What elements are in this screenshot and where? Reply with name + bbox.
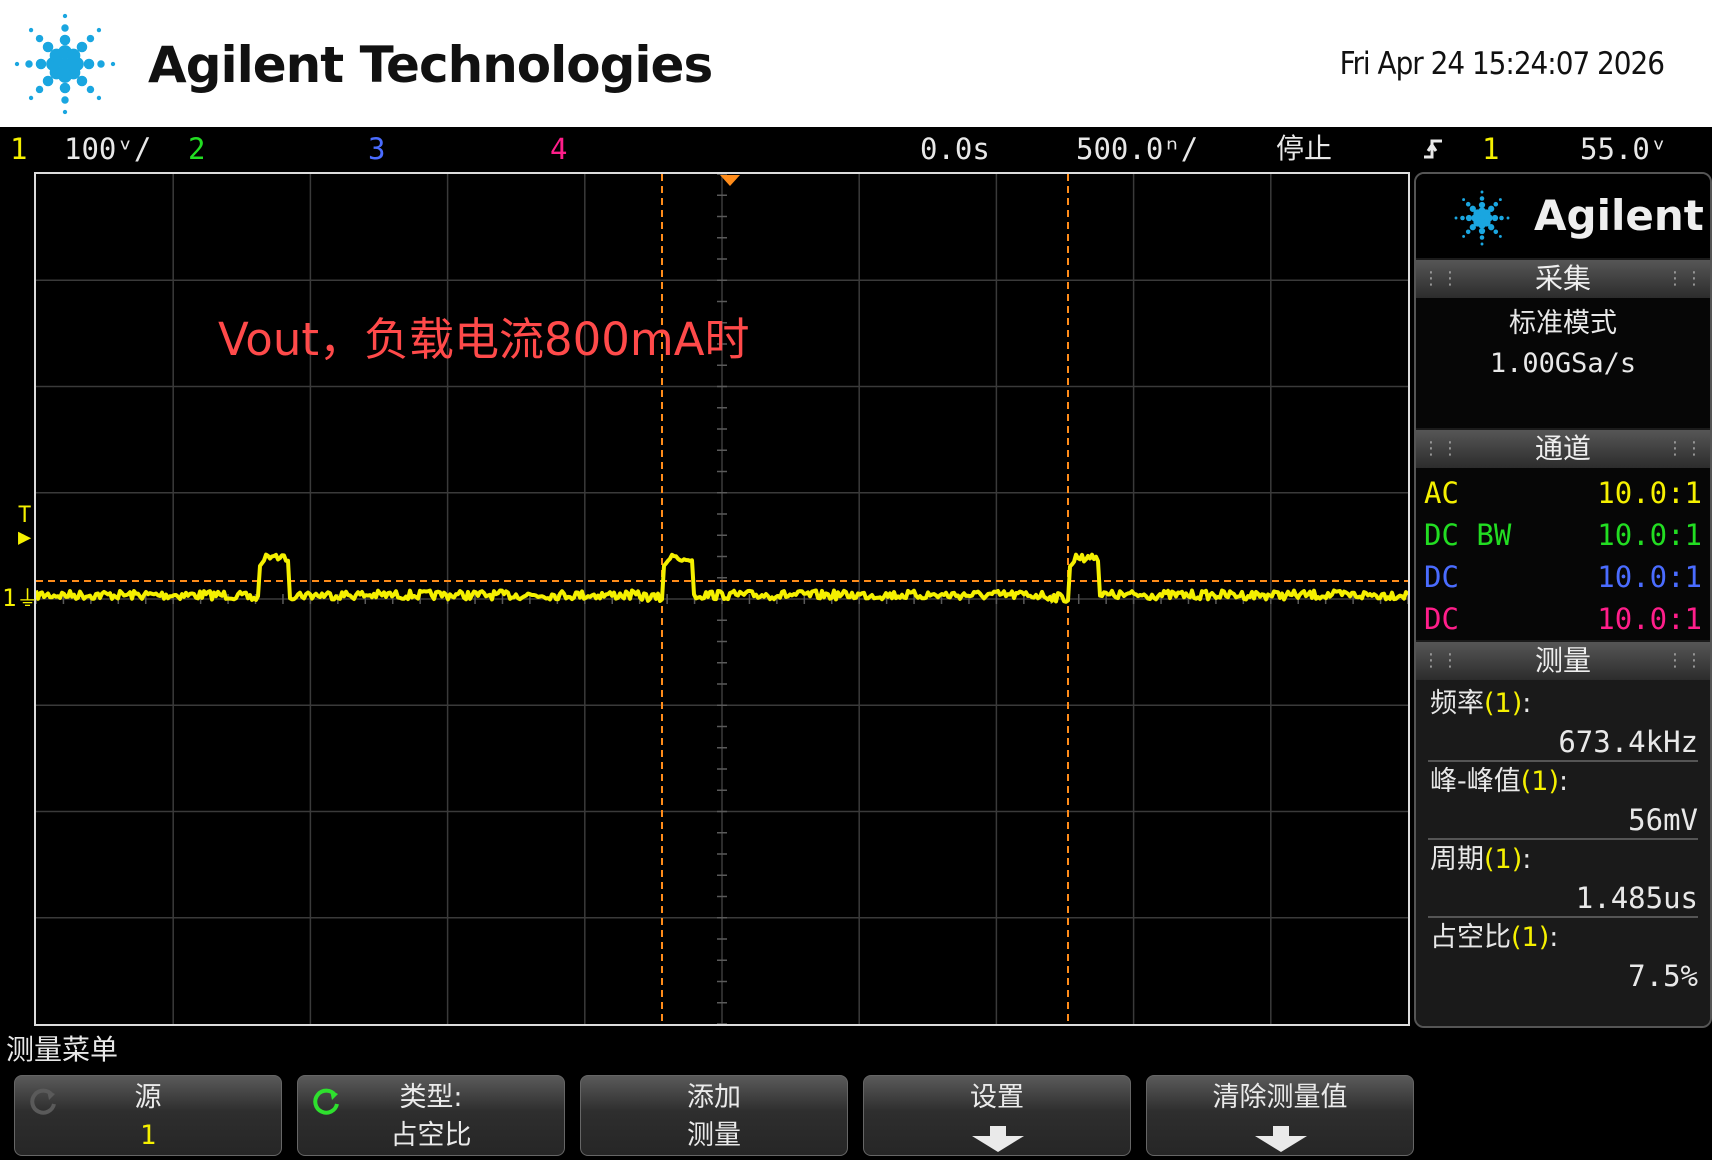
channel-section: AC 10.0:1 DC BW 10.0:1 DC 10.0:1 DC 10.0:1 [1416,468,1710,640]
trigger-arrow-icon: ▶ [18,525,32,550]
measurement-label: 占空比(1): [1430,918,1558,958]
ch1-marker-label: 1 [2,584,17,612]
waveform-graticule [36,174,1408,1024]
grip-icon: ⋮⋮ [1666,268,1704,289]
measurement-value: 56mV [1628,803,1698,837]
measure-section: 频率(1): 673.4kHz 峰-峰值(1): 56mV 周期(1): 1.485us 占… [1416,680,1710,1026]
trigger-level[interactable]: 55.0ᵛ [1580,127,1667,171]
channel-1-indicator[interactable]: 1 [10,127,27,171]
source-softkey-value: 1 [139,1120,157,1151]
channel-row-1[interactable]: AC 10.0:1 [1424,472,1702,514]
channel-coupling: AC [1424,476,1459,510]
measurement-source: (1) [1484,688,1523,719]
channel-4-indicator[interactable]: 4 [550,127,567,171]
measurement-value: 673.4kHz [1558,725,1698,759]
channel-row-4[interactable]: DC 10.0:1 [1424,598,1702,640]
grip-icon: ⋮⋮ [1666,650,1704,671]
channel-2-indicator[interactable]: 2 [188,127,205,171]
measurement-value: 7.5% [1628,959,1698,993]
measurement-colon: : [1559,766,1569,797]
panel-logo: Agilent [1416,174,1710,258]
channel-row-3[interactable]: DC 10.0:1 [1424,556,1702,598]
trigger-source[interactable]: 1 [1482,127,1499,171]
source-softkey[interactable]: 源 1 [14,1075,282,1156]
grip-icon: ⋮⋮ [1422,650,1460,671]
channel-section-header[interactable]: ⋮⋮ 通道 ⋮⋮ [1416,430,1710,468]
add-measurement-label-line2: 测量 [687,1120,741,1151]
agilent-spark-logo-icon [14,13,116,115]
measurement-source: (1) [1484,844,1523,875]
channel-row-2[interactable]: DC BW 10.0:1 [1424,514,1702,556]
channel-coupling: DC BW [1424,518,1512,552]
measurement-value: 1.485us [1575,881,1698,915]
measurement-colon: : [1549,922,1559,953]
channel-probe-ratio: 10.0:1 [1597,560,1702,594]
measure-title: 测量 [1534,644,1591,677]
acquire-section: 标准模式 1.00GSa/s [1416,298,1710,428]
measurement-source: (1) [1520,766,1559,797]
settings-softkey[interactable]: 设置 [863,1075,1131,1156]
channel-1-scale[interactable]: 100ᵛ/ [64,127,151,171]
type-softkey-label: 类型: [399,1082,463,1113]
time-delay[interactable]: 0.0s [920,127,990,171]
panel-logo-text: Agilent [1534,191,1704,240]
measurement-name: 频率 [1430,688,1484,719]
measurement-label: 峰-峰值(1): [1430,762,1568,802]
channel-probe-ratio: 10.0:1 [1597,602,1702,636]
menu-title: 测量菜单 [6,1033,119,1066]
run-state[interactable]: 停止 [1276,127,1332,171]
waveform-display[interactable] [34,172,1410,1026]
info-panel: Agilent ⋮⋮ 采集 ⋮⋮ 标准模式 1.00GSa/s ⋮⋮ 通道 ⋮⋮… [1414,172,1712,1028]
add-measurement-label: 添加 [687,1082,741,1113]
measure-section-header[interactable]: ⋮⋮ 测量 ⋮⋮ [1416,642,1710,680]
ground-icon: ⏚ [16,587,39,612]
channel-coupling: DC [1424,560,1459,594]
grip-icon: ⋮⋮ [1422,268,1460,289]
waveform-annotation: Vout，负载电流800mA时 [218,313,750,366]
measurement-label: 频率(1): [1430,684,1531,724]
channel-3-indicator[interactable]: 3 [368,127,385,171]
measurement-colon: : [1522,688,1532,719]
measurement-name: 占空比 [1430,922,1511,953]
submenu-arrow-icon [1255,1126,1307,1152]
measurement-colon: : [1522,844,1532,875]
settings-softkey-label: 设置 [970,1082,1024,1113]
trigger-level-marker: T ▶ [18,505,31,549]
sample-rate: 1.00GSa/s [1489,348,1637,379]
acquire-title: 采集 [1534,262,1591,295]
measurement-source: (1) [1511,922,1550,953]
measurement-label: 周期(1): [1430,840,1531,880]
trigger-edge-icon [1424,139,1442,159]
measurement-name: 周期 [1430,844,1484,875]
add-measurement-softkey[interactable]: 添加 测量 [580,1075,848,1156]
status-bar: 1 100ᵛ/ 2 3 4 0.0s 500.0ⁿ/ 停止 1 55.0ᵛ [0,127,1712,171]
channel-coupling: DC [1424,602,1459,636]
datetime: Fri Apr 24 15:24:07 2026 [1339,46,1665,82]
header-bar: Agilent Technologies Fri Apr 24 15:24:07… [0,0,1712,127]
submenu-arrow-icon [972,1126,1024,1152]
time-scale[interactable]: 500.0ⁿ/ [1076,127,1198,171]
channel-1-ground-marker: 1⏚ [2,585,38,613]
grip-icon: ⋮⋮ [1666,438,1704,459]
brand-name: Agilent Technologies [148,36,713,94]
type-softkey[interactable]: 类型: 占空比 [297,1075,565,1156]
clear-measurements-softkey[interactable]: 清除测量值 [1146,1075,1414,1156]
type-softkey-value: 占空比 [390,1120,472,1151]
agilent-spark-icon [1454,190,1510,246]
channel-title: 通道 [1534,432,1591,465]
clear-measurements-label: 清除测量值 [1212,1082,1348,1113]
source-softkey-label: 源 [134,1082,162,1113]
channel-probe-ratio: 10.0:1 [1597,518,1702,552]
measurement-name: 峰-峰值 [1430,766,1521,797]
trigger-position-icon [720,175,740,186]
grip-icon: ⋮⋮ [1422,438,1460,459]
channel-probe-ratio: 10.0:1 [1597,476,1702,510]
acquire-section-header[interactable]: ⋮⋮ 采集 ⋮⋮ [1416,260,1710,298]
acquire-mode: 标准模式 [1509,308,1617,339]
